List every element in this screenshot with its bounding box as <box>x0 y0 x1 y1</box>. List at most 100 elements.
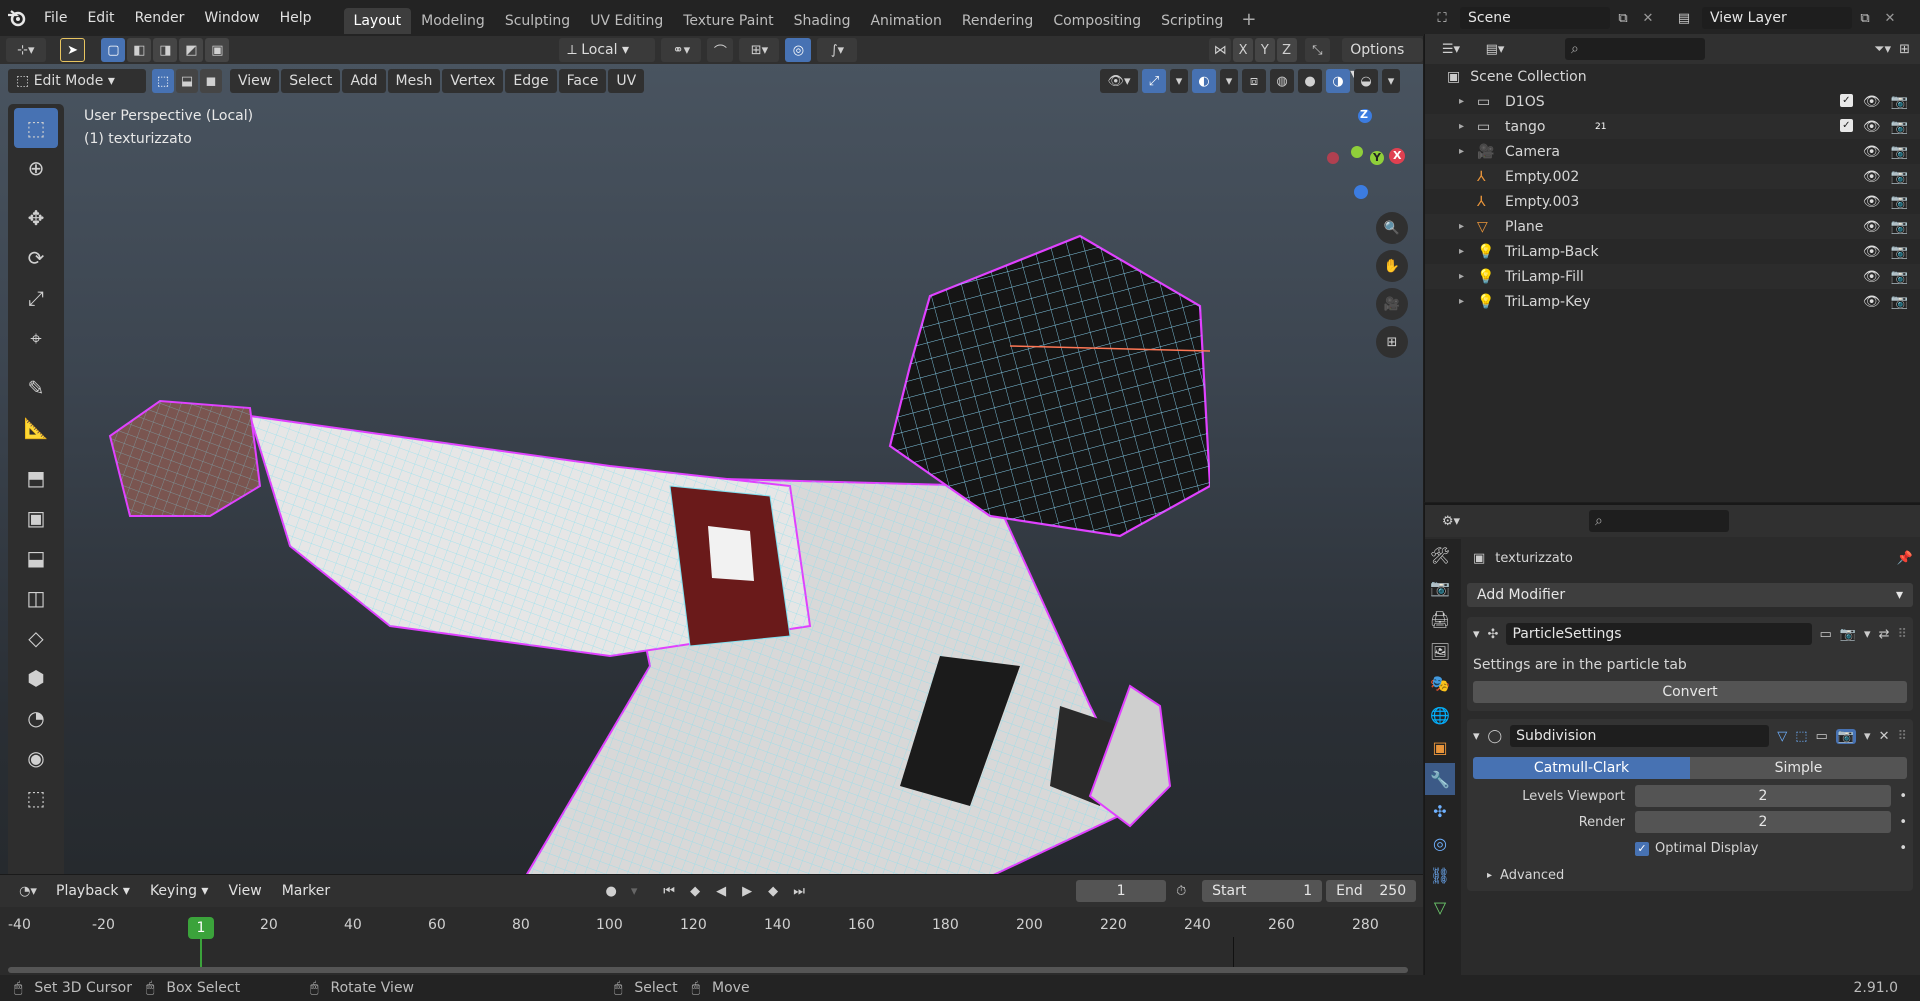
menu-face[interactable]: Face <box>558 69 607 93</box>
remove-modifier-icon[interactable]: ✕ <box>1879 729 1890 744</box>
outliner-root[interactable]: ▣ Scene Collection <box>1425 64 1920 89</box>
eye-icon[interactable]: 👁 <box>1863 244 1881 260</box>
overlays-icon[interactable]: ◐ <box>1192 69 1216 93</box>
gizmo-dropdown-icon[interactable]: ▾ <box>1170 69 1188 93</box>
catmull-clark-button[interactable]: Catmull-Clark <box>1473 757 1690 779</box>
output-tab-icon[interactable]: 🖨 <box>1425 603 1455 635</box>
convert-button[interactable]: Convert <box>1473 681 1907 703</box>
auto-merge-icon[interactable]: ⤡ <box>1304 38 1331 62</box>
object-tab-icon[interactable]: ▣ <box>1425 731 1455 763</box>
subdiv-render-icon[interactable]: 📷 <box>1835 728 1857 744</box>
eye-icon[interactable]: 👁 <box>1863 194 1881 210</box>
modifier-dropdown-icon[interactable]: ▾ <box>1864 627 1871 642</box>
menu-edge[interactable]: Edge <box>505 69 557 93</box>
tab-texture-paint[interactable]: Texture Paint <box>673 8 783 34</box>
display-mode-icon[interactable]: ▤▾ <box>1477 37 1513 61</box>
play-icon[interactable]: ▶ <box>736 879 759 903</box>
render-keyframe-dot-icon[interactable]: • <box>1891 815 1907 830</box>
tool-tab-icon[interactable]: 🛠 <box>1425 539 1455 571</box>
snap-increment-icon[interactable]: ⊞▾ <box>739 38 780 62</box>
view-layer-tab-icon[interactable]: 🖼 <box>1425 635 1455 667</box>
menu-render[interactable]: Render <box>125 0 195 36</box>
eye-icon[interactable]: 👁 <box>1863 294 1881 310</box>
expand-arrow-icon[interactable]: ▸ <box>1459 246 1477 257</box>
timeline[interactable]: ◔▾ Playback ▾ Keying ▾ View Marker ● ▾ ⏮… <box>0 874 1423 984</box>
menu-view[interactable]: View <box>230 69 280 93</box>
poly-build-tool-icon[interactable]: ⬢ <box>14 658 58 698</box>
move-tool-icon[interactable]: ✥ <box>14 198 58 238</box>
select-box-tool-icon[interactable]: ⬚ <box>14 108 58 148</box>
remove-scene-icon[interactable]: ✕ <box>1636 11 1660 26</box>
view-layer-field[interactable]: View Layer <box>1702 7 1852 29</box>
data-tab-icon[interactable]: ▽ <box>1425 891 1455 923</box>
options-dropdown[interactable]: Options ▾ <box>1342 38 1423 82</box>
edge-select-icon[interactable]: ⬓ <box>176 69 198 93</box>
tab-shading[interactable]: Shading <box>784 8 861 34</box>
render-camera-icon[interactable]: 📷 <box>1891 144 1908 160</box>
expand-arrow-icon[interactable]: ▸ <box>1459 121 1477 132</box>
scale-tool-icon[interactable]: ⤢ <box>14 278 58 318</box>
drag-handle-icon[interactable]: ⠿ <box>1897 627 1907 642</box>
timeline-editor-icon[interactable]: ◔▾ <box>10 879 46 903</box>
tab-layout[interactable]: Layout <box>343 8 412 34</box>
render-camera-icon[interactable]: 📷 <box>1891 294 1908 310</box>
render-camera-icon[interactable]: 📷 <box>1891 94 1908 110</box>
vertex-select-icon[interactable]: ⬚ <box>152 69 174 93</box>
editor-type-icon[interactable]: ⊹▾ <box>6 38 46 62</box>
subdiv-dropdown-icon[interactable]: ▾ <box>1864 729 1871 744</box>
tab-modeling[interactable]: Modeling <box>411 8 495 34</box>
scene-tab-icon[interactable]: 🎭 <box>1425 667 1455 699</box>
pivot-point-icon[interactable]: ⚭▾ <box>661 38 702 62</box>
filter-icon[interactable]: ⏷▾ <box>1874 42 1891 57</box>
extrude-tool-icon[interactable]: ⬒ <box>14 458 58 498</box>
outliner-item-d1os[interactable]: ▸ ▭ D1OS ✓ 👁 📷 <box>1425 89 1920 114</box>
subdiv-viewport-icon[interactable]: ▭ <box>1816 729 1828 744</box>
mesh-wireframe[interactable] <box>90 186 1210 874</box>
rotate-tool-icon[interactable]: ⟳ <box>14 238 58 278</box>
measure-tool-icon[interactable]: 📐 <box>14 408 58 448</box>
start-frame-field[interactable]: Start 1 <box>1202 880 1323 902</box>
add-modifier-dropdown[interactable]: Add Modifier ▾ <box>1467 583 1913 607</box>
zoom-icon[interactable]: 🔍 <box>1376 212 1408 244</box>
3d-viewport[interactable]: ⊹▾ ➤ ▢ ◧ ◨ ◩ ▣ ⟂ Local ▾ ⚭▾ ⌒ ⊞▾ ◎ ∫▾ ⋈ … <box>0 36 1423 874</box>
expand-arrow-icon[interactable]: ▸ <box>1459 96 1477 107</box>
mirror-icon[interactable]: ⋈ <box>1209 38 1232 62</box>
transform-tool-icon[interactable]: ⌖ <box>14 318 58 358</box>
new-view-layer-icon[interactable]: ⧉ <box>1852 11 1878 26</box>
expand-arrow-icon[interactable]: ▸ <box>1459 221 1477 232</box>
render-camera-icon[interactable]: 📷 <box>1891 119 1908 135</box>
render-camera-icon[interactable]: 📷 <box>1891 169 1908 185</box>
inset-tool-icon[interactable]: ▣ <box>14 498 58 538</box>
eye-icon[interactable]: 👁 <box>1863 94 1881 110</box>
tab-scripting[interactable]: Scripting <box>1151 8 1233 34</box>
play-reverse-icon[interactable]: ◀ <box>710 879 733 903</box>
exclude-checkbox[interactable]: ✓ <box>1839 93 1853 107</box>
menu-mesh[interactable]: Mesh <box>387 69 441 93</box>
face-select-icon[interactable]: ◼ <box>200 69 222 93</box>
outliner-editor-icon[interactable]: ☰▾ <box>1433 37 1469 61</box>
optimal-display-checkbox[interactable]: ✓ <box>1635 841 1649 856</box>
simple-button[interactable]: Simple <box>1690 757 1907 779</box>
proportional-edit-icon[interactable]: ◎ <box>785 38 812 62</box>
stopwatch-icon[interactable]: ⏱ <box>1176 884 1196 899</box>
collapse-icon[interactable]: ▾ <box>1473 627 1480 642</box>
render-tab-icon[interactable]: 📷 <box>1425 571 1455 603</box>
new-collection-icon[interactable]: ⊞ <box>1899 42 1910 57</box>
view-layer-icon[interactable]: ▤ <box>1666 11 1702 26</box>
edit-mode-toggle-icon[interactable]: ⬚ <box>1795 729 1807 744</box>
render-camera-icon[interactable]: 📷 <box>1891 219 1908 235</box>
prev-keyframe-icon[interactable]: ◆ <box>684 879 707 903</box>
show-viewport-icon[interactable]: ▭ <box>1820 627 1832 642</box>
tab-compositing[interactable]: Compositing <box>1043 8 1151 34</box>
mode-dropdown[interactable]: ⬚ Edit Mode ▾ <box>8 69 146 93</box>
outliner-item-plane[interactable]: ▸ ▽ Plane 👁 📷 <box>1425 214 1920 239</box>
select-intersect-icon[interactable]: ▣ <box>205 38 230 62</box>
physics-tab-icon[interactable]: ◎ <box>1425 827 1455 859</box>
render-levels-field[interactable]: 2 <box>1635 811 1891 833</box>
menu-edit[interactable]: Edit <box>77 0 124 36</box>
subdivision-collapse-icon[interactable]: ▾ <box>1473 729 1480 744</box>
snap-icon[interactable]: ⌒ <box>707 38 734 62</box>
end-frame-field[interactable]: End 250 <box>1326 880 1417 902</box>
eye-icon[interactable]: 👁 <box>1863 119 1881 135</box>
outliner[interactable]: ☰▾ ▤▾ ⌕ ⏷▾ ⊞ ▣ Scene Collection ▸ ▭ D1OS ✓ 👁… <box>1424 34 1920 502</box>
